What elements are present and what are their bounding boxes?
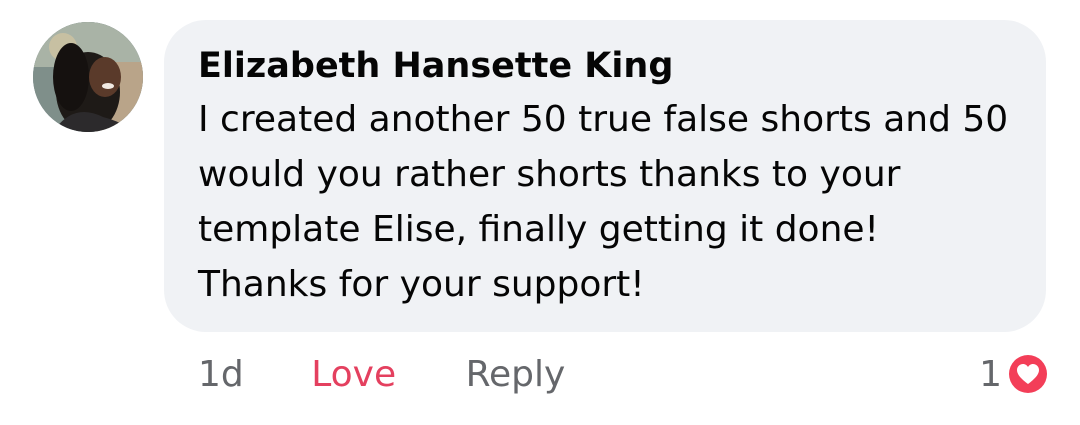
comment: Elizabeth Hansette King I created anothe… xyxy=(0,0,1080,425)
comment-timestamp[interactable]: 1d xyxy=(198,351,244,399)
heart-reaction-icon xyxy=(1006,352,1050,396)
comment-bubble: Elizabeth Hansette King I created anothe… xyxy=(164,20,1046,332)
comment-actions: 1d Love Reply xyxy=(198,350,565,399)
reply-button[interactable]: Reply xyxy=(466,351,566,399)
avatar[interactable] xyxy=(33,22,143,132)
reaction-summary[interactable]: 1 xyxy=(979,350,1050,398)
user-avatar-icon xyxy=(33,22,143,132)
comment-author[interactable]: Elizabeth Hansette King xyxy=(198,44,1012,88)
reaction-count: 1 xyxy=(979,353,1002,395)
love-button[interactable]: Love xyxy=(311,351,396,399)
comment-text: I created another 50 true false shorts a… xyxy=(198,99,1009,305)
